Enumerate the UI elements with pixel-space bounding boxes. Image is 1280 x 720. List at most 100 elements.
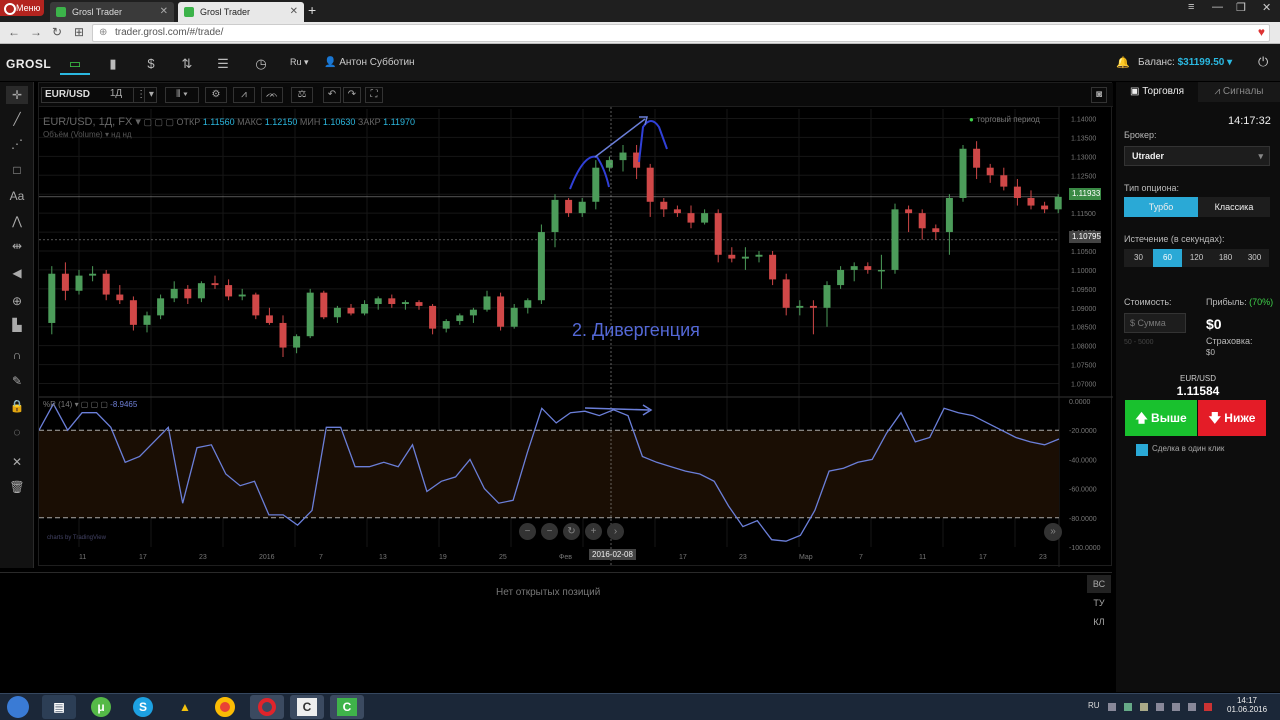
scroll-right-small-icon[interactable]: › — [607, 523, 624, 540]
expiry-30[interactable]: 30 — [1124, 249, 1153, 267]
expiry-180[interactable]: 180 — [1211, 249, 1240, 267]
zoom-out-icon[interactable]: − — [519, 523, 536, 540]
indicators-icon[interactable]: ⩘ — [233, 87, 255, 103]
prediction-tool-icon[interactable]: ⇹ — [6, 237, 28, 255]
nav-finance-icon[interactable]: $ — [136, 53, 166, 75]
templates-icon[interactable]: ᨏ — [261, 87, 283, 103]
tab-trading[interactable]: ▣ Торговля — [1116, 82, 1198, 102]
taskbar-explorer-icon[interactable]: ▤ — [42, 695, 76, 719]
browser-tab-2[interactable]: Grosl Trader ✕ — [178, 2, 304, 22]
expiry-300[interactable]: 300 — [1240, 249, 1269, 267]
hide-drawings-icon[interactable]: ◌ — [6, 423, 28, 441]
tray-network-icon[interactable] — [1156, 703, 1164, 711]
zoom-tool-icon[interactable]: ⊕ — [6, 292, 28, 310]
option-turbo-button[interactable]: Турбо — [1124, 197, 1198, 217]
taskbar-chrome-icon[interactable] — [208, 695, 242, 719]
zoom-in-icon[interactable]: + — [585, 523, 602, 540]
positions-tab-all[interactable]: ВС — [1087, 575, 1111, 593]
broker-select[interactable]: Utrader ▾ — [1124, 146, 1270, 166]
tabs-menu-icon[interactable]: ≡ — [1188, 1, 1194, 13]
expiry-60[interactable]: 60 — [1153, 249, 1182, 267]
tab-signals[interactable]: ⩘ Сигналы — [1198, 82, 1280, 102]
magnet-icon[interactable]: ∩ — [6, 346, 28, 364]
candle-style-icon[interactable]: ⫴ ▾ — [165, 87, 199, 103]
symbol-search-input[interactable]: EUR/USD — [41, 87, 145, 103]
user-name[interactable]: 👤 Антон Субботин — [324, 57, 415, 68]
chart-container[interactable]: EUR/USD 1Д ⋮ ▾ ⫴ ▾ ⚙ ⩘ ᨏ ⚖ ↶ ↷ ⛶ ◙ 1.140… — [38, 82, 1113, 567]
pencil-icon[interactable]: ✎ — [6, 372, 28, 390]
volume-legend[interactable]: Объём (Volume) ▾ нд нд — [43, 130, 132, 139]
compare-icon[interactable]: ⚖ — [291, 87, 313, 103]
divergence-annotation[interactable]: 2. Дивергенция — [572, 320, 700, 341]
language-select[interactable]: Ru ▾ — [290, 57, 309, 68]
nav-transfer-icon[interactable]: ⇅ — [172, 53, 202, 75]
browser-tab-1[interactable]: Grosl Trader ✕ — [50, 2, 174, 22]
close-tab-icon[interactable]: ✕ — [160, 2, 168, 22]
remove-tools-icon[interactable]: ✕ — [6, 453, 28, 471]
zoom-out-2-icon[interactable]: − — [541, 523, 558, 540]
option-classic-button[interactable]: Классика — [1198, 197, 1270, 217]
browser-menu-button[interactable]: Меню — [0, 0, 44, 16]
undo-icon[interactable]: ↶ — [323, 87, 341, 103]
start-button[interactable] — [2, 694, 34, 720]
nav-trading-icon[interactable]: ▭ — [60, 53, 90, 75]
positions-tab-ty[interactable]: ТУ — [1087, 594, 1111, 612]
legend-buttons[interactable]: ▢ ▢ ▢ — [143, 117, 176, 127]
expiry-120[interactable]: 120 — [1182, 249, 1211, 267]
minimize-icon[interactable]: — — [1212, 1, 1223, 13]
reset-icon[interactable]: ↻ — [563, 523, 580, 540]
tray-app-icon[interactable] — [1124, 703, 1132, 711]
nav-history-icon[interactable]: ◷ — [246, 53, 276, 75]
redo-icon[interactable]: ↷ — [343, 87, 361, 103]
taskbar-camtasia-icon[interactable]: C — [290, 695, 324, 719]
tray-language[interactable]: RU — [1088, 701, 1100, 710]
tray-volume-icon[interactable] — [1188, 703, 1196, 711]
tray-antivirus-icon[interactable] — [1204, 703, 1212, 711]
one-click-checkbox[interactable]: Сделка в один клик — [1135, 444, 1224, 456]
balance-display[interactable]: Баланс: $31199.50 ▾ — [1138, 57, 1232, 68]
amount-input[interactable]: $ Сумма — [1124, 313, 1186, 333]
logout-icon[interactable]: ⏻ — [1258, 54, 1268, 70]
taskbar-skype-icon[interactable]: S — [126, 695, 160, 719]
tray-clock[interactable]: 14:17 01.06.2016 — [1227, 696, 1267, 714]
taskbar-aimp-icon[interactable]: ▲ — [168, 695, 202, 719]
maximize-icon[interactable]: ❐ — [1236, 1, 1246, 14]
nav-stats-icon[interactable]: ▮ — [98, 53, 128, 75]
notification-icon[interactable]: 🔔 — [1116, 56, 1130, 69]
back-arrow-tool-icon[interactable]: ◀ — [6, 264, 28, 282]
scroll-to-latest-icon[interactable]: » — [1044, 523, 1062, 541]
reload-icon[interactable]: ↻ — [52, 25, 62, 39]
positions-tab-kl[interactable]: КЛ — [1087, 613, 1111, 631]
bookmark-heart-icon[interactable]: ♥ — [1258, 25, 1265, 39]
crosshair-tool-icon[interactable]: ✛ — [6, 86, 28, 104]
nav-settings-icon[interactable]: ☰ — [208, 53, 238, 75]
forward-icon[interactable]: → — [30, 25, 42, 39]
back-icon[interactable]: ← — [8, 25, 20, 39]
close-window-icon[interactable]: ✕ — [1262, 1, 1271, 14]
trash-icon[interactable]: 🗑 — [6, 478, 28, 496]
tradingview-credit[interactable]: charts by TradingView — [47, 535, 106, 541]
put-down-button[interactable]: 🡇 Ниже — [1198, 400, 1266, 436]
interval-select[interactable]: 1Д — [107, 87, 125, 103]
call-up-button[interactable]: 🡅 Выше — [1125, 400, 1197, 436]
trendline-tool-icon[interactable]: ╱ — [6, 110, 28, 128]
measure-tool-icon[interactable]: ▙ — [6, 316, 28, 334]
pattern-tool-icon[interactable]: ⋀ — [6, 212, 28, 230]
new-tab-button[interactable]: + — [308, 2, 316, 18]
interval-menu-icon[interactable]: ⋮ ▾ — [133, 87, 157, 103]
tray-arrow-icon[interactable] — [1108, 703, 1116, 711]
taskbar-opera-icon[interactable] — [250, 695, 284, 719]
taskbar-camtasia-recorder-icon[interactable]: C — [330, 695, 364, 719]
close-tab-icon[interactable]: ✕ — [290, 2, 298, 22]
rectangle-tool-icon[interactable]: □ — [6, 161, 28, 179]
tray-flag-icon[interactable] — [1172, 703, 1180, 711]
fullscreen-icon[interactable]: ⛶ — [365, 87, 383, 103]
speed-dial-icon[interactable]: ⊞ — [74, 25, 84, 39]
taskbar-utorrent-icon[interactable]: μ — [84, 695, 118, 719]
chart-settings-icon[interactable]: ⚙ — [205, 87, 227, 103]
text-tool-icon[interactable]: Aa — [6, 187, 28, 205]
fib-tool-icon[interactable]: ⋰ — [6, 135, 28, 153]
tray-app2-icon[interactable] — [1140, 703, 1148, 711]
url-field[interactable]: ⊕ trader.grosl.com/#/trade/ ♥ — [92, 24, 1270, 42]
screenshot-camera-icon[interactable]: ◙ — [1091, 87, 1107, 103]
